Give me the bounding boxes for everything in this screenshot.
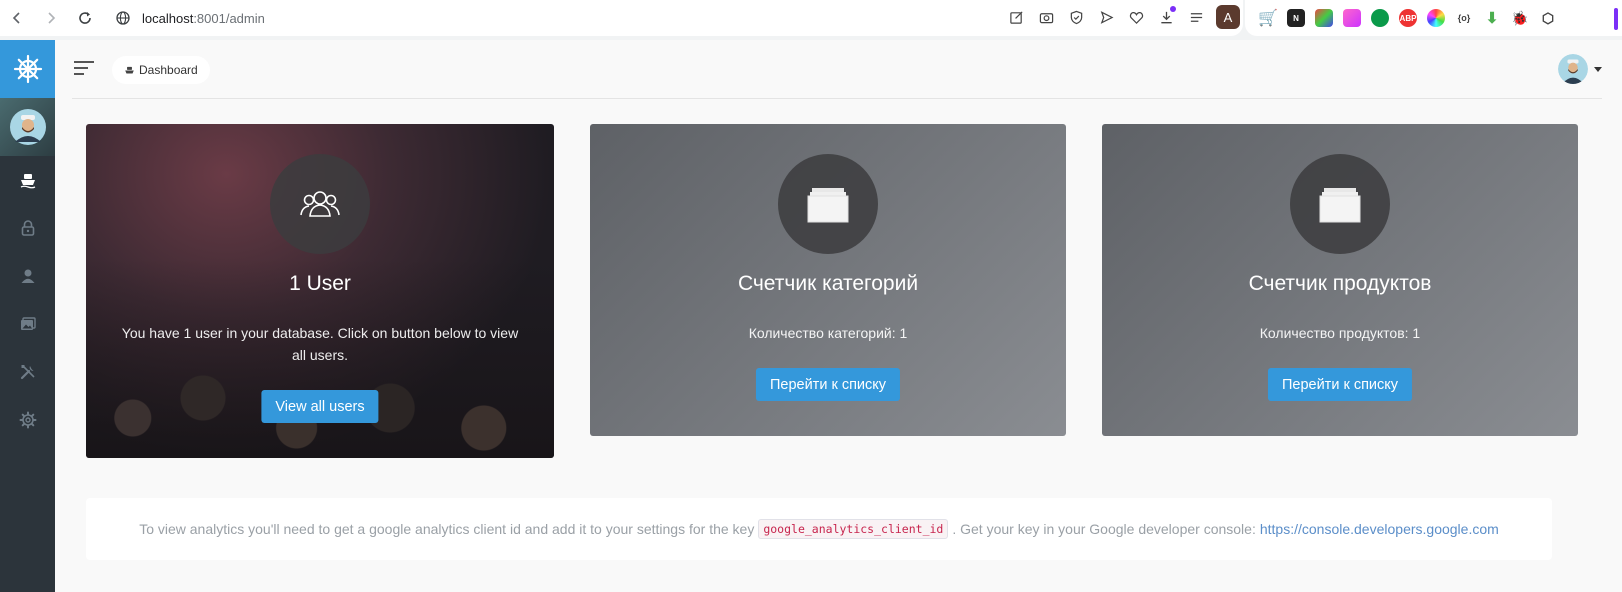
breadcrumb[interactable]: Dashboard xyxy=(112,56,210,84)
gradient-extension-icon[interactable] xyxy=(1343,9,1361,27)
profile-button[interactable]: A xyxy=(1216,5,1240,29)
categories-card: Счетчик категорий Количество категорий: … xyxy=(590,124,1066,436)
favorite-button[interactable] xyxy=(1126,6,1146,28)
sidebar-item-users[interactable] xyxy=(0,252,55,300)
notice-text-before: To view analytics you'll need to get a g… xyxy=(139,521,755,537)
products-icon-circle xyxy=(1290,154,1390,254)
categories-card-title: Счетчик категорий xyxy=(737,272,919,295)
sidebar-item-security[interactable] xyxy=(0,204,55,252)
browser-chrome: localhost:8001/admin A 🛒 N ABP {o} ⬇ 🐞 ⬡ xyxy=(0,0,1622,40)
back-button[interactable] xyxy=(4,5,30,31)
play-button[interactable] xyxy=(1096,6,1116,28)
hamburger-menu-icon[interactable] xyxy=(74,60,94,76)
browser-actions: A xyxy=(1006,5,1240,29)
lock-icon xyxy=(21,220,34,236)
sidebar-item-settings[interactable] xyxy=(0,396,55,444)
url-path: :8001/admin xyxy=(193,10,265,26)
sidebar-item-media[interactable] xyxy=(0,300,55,348)
analytics-notice: To view analytics you'll need to get a g… xyxy=(86,498,1552,560)
back-arrow-icon xyxy=(12,12,20,24)
color-wheel-extension-icon[interactable] xyxy=(1427,9,1445,27)
products-list-button[interactable]: Перейти к списку xyxy=(1267,368,1413,401)
breadcrumb-label: Dashboard xyxy=(139,63,198,77)
bug-extension-icon[interactable]: 🐞 xyxy=(1511,9,1529,27)
analytics-key-code: google_analytics_client_id xyxy=(758,519,949,539)
ship-icon xyxy=(125,66,134,74)
images-icon xyxy=(20,317,36,330)
sidebar-item-tools[interactable] xyxy=(0,348,55,396)
avatar xyxy=(1558,54,1588,84)
sidebar-user-avatar[interactable] xyxy=(0,98,55,156)
notion-extension-icon[interactable]: N xyxy=(1287,9,1305,27)
logo[interactable] xyxy=(0,40,55,98)
reload-icon xyxy=(79,12,91,24)
sidebar-toggle-accent[interactable] xyxy=(1614,8,1618,30)
download-dot-icon xyxy=(1170,6,1176,12)
shield-check-icon xyxy=(1070,10,1082,24)
view-all-users-button[interactable]: View all users xyxy=(261,390,379,423)
globe-icon xyxy=(116,11,130,25)
sidebar xyxy=(0,40,55,592)
download-extension-icon[interactable]: ⬇ xyxy=(1483,9,1501,27)
products-card-title: Счетчик продуктов xyxy=(1248,272,1432,295)
products-card-text: Количество продуктов: 1 xyxy=(1259,325,1421,341)
gear-icon xyxy=(19,411,36,429)
users-card-text: You have 1 user in your database. Click … xyxy=(121,325,519,363)
screenshot-button[interactable] xyxy=(1036,6,1056,28)
sidebar-item-dashboard[interactable] xyxy=(0,156,55,204)
users-card: 1 User You have 1 user in your database.… xyxy=(86,124,554,458)
downloads-button[interactable] xyxy=(1156,6,1176,28)
ship-wheel-icon xyxy=(13,54,42,84)
share-button[interactable] xyxy=(1006,6,1026,28)
categories-list-button[interactable]: Перейти к списку xyxy=(755,368,901,401)
user-avatar-icon xyxy=(9,109,46,145)
google-console-link[interactable]: https://console.developers.google.com xyxy=(1260,521,1499,537)
json-extension-icon[interactable]: {o} xyxy=(1455,9,1473,27)
folder-stack-icon xyxy=(807,188,849,223)
tools-icon xyxy=(20,365,35,380)
users-icon-circle xyxy=(270,154,370,254)
reload-button[interactable] xyxy=(72,5,98,31)
top-header: Dashboard xyxy=(72,40,1602,99)
user-icon xyxy=(21,269,34,283)
products-card: Счетчик продуктов Количество продуктов: … xyxy=(1102,124,1578,436)
categories-icon-circle xyxy=(778,154,878,254)
group-icon xyxy=(300,191,340,217)
url-text[interactable]: localhost:8001/admin xyxy=(142,11,265,26)
list-icon xyxy=(1190,12,1202,22)
shield-extension-icon[interactable] xyxy=(1371,9,1389,27)
categories-card-text: Количество категорий: 1 xyxy=(748,325,908,341)
camera-icon xyxy=(1039,12,1053,23)
puzzle-extension-icon[interactable]: ⬡ xyxy=(1539,9,1557,27)
chevron-down-icon xyxy=(1594,66,1602,72)
folder-stack-icon xyxy=(1319,188,1361,223)
edit-share-icon xyxy=(1009,10,1023,24)
site-info-button[interactable] xyxy=(110,5,136,31)
adblock-extension-icon[interactable]: ABP xyxy=(1399,9,1417,27)
user-menu[interactable] xyxy=(1558,54,1602,84)
shield-button[interactable] xyxy=(1066,6,1086,28)
forward-arrow-icon xyxy=(48,12,56,24)
ship-icon xyxy=(20,174,35,189)
user-avatar-icon xyxy=(1558,54,1588,84)
notice-text-after: . Get your key in your Google developer … xyxy=(952,521,1256,537)
palette-extension-icon[interactable] xyxy=(1315,9,1333,27)
url-host: localhost xyxy=(142,10,194,26)
menu-button[interactable] xyxy=(1186,6,1206,28)
forward-button[interactable] xyxy=(38,5,64,31)
cart-extension-icon[interactable]: 🛒 xyxy=(1258,9,1278,27)
send-icon xyxy=(1100,10,1113,24)
users-card-title: 1 User xyxy=(289,272,351,295)
extensions-bar: 🛒 N ABP {o} ⬇ 🐞 ⬡ xyxy=(1245,0,1622,36)
heart-icon xyxy=(1129,11,1143,24)
